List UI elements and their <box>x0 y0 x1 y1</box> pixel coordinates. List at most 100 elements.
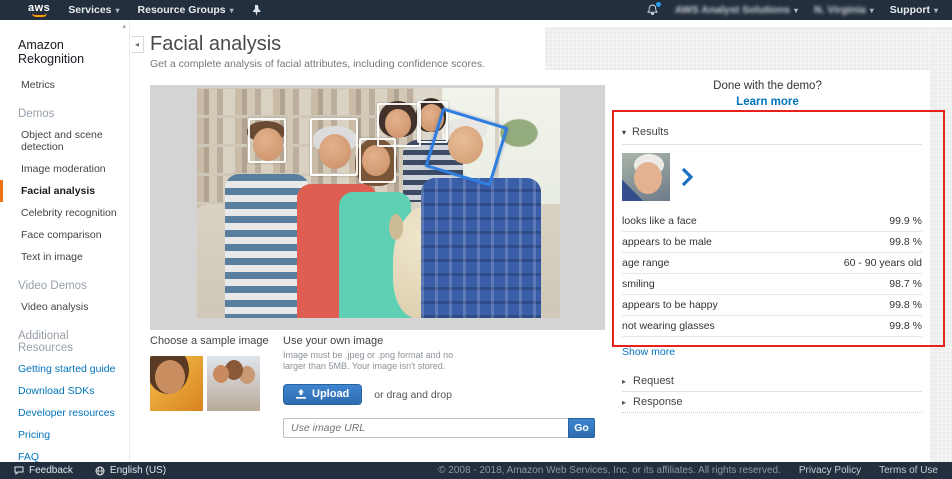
image-panel <box>150 85 605 330</box>
triangle-down-icon: ▾ <box>622 128 626 137</box>
attribute-value: 99.9 % <box>889 215 922 227</box>
response-accordion-header[interactable]: ▸ Response <box>622 392 922 413</box>
account-menu[interactable]: AWS Analyst Solutions ▾ <box>675 4 798 16</box>
own-image-note-line2: larger than 5MB. Your image isn't stored… <box>283 361 595 372</box>
sidebar-link-download-sdks[interactable]: Download SDKs <box>0 380 129 402</box>
resource-groups-label: Resource Groups <box>138 4 226 16</box>
sidebar-item-image-moderation[interactable]: Image moderation <box>0 158 129 180</box>
results-card: Done with the demo? Learn more ▾ Results… <box>605 70 930 455</box>
own-section-heading: Use your own image <box>283 335 595 347</box>
face-box[interactable] <box>248 118 286 163</box>
attribute-row: smiling 98.7 % <box>622 274 922 295</box>
done-with-demo-text: Done with the demo? <box>605 70 930 92</box>
attribute-value: 98.7 % <box>889 278 922 290</box>
sidebar-item-object-scene-detection[interactable]: Object and scene detection <box>0 124 129 158</box>
pin-shortcut-icon[interactable] <box>252 5 261 16</box>
sidebar-collapse-button[interactable]: ◂ <box>131 36 144 53</box>
sidebar-link-getting-started-guide[interactable]: Getting started guide <box>0 358 129 380</box>
feedback-button[interactable]: Feedback <box>14 465 73 476</box>
attribute-label: age range <box>622 257 669 269</box>
footer-bar: Feedback English (US) © 2008 - 2018, Ama… <box>0 462 952 479</box>
notifications-bell-icon[interactable] <box>647 4 659 16</box>
chevron-down-icon: ▾ <box>870 6 874 15</box>
page-title: Facial analysis <box>150 33 281 56</box>
attribute-value: 99.8 % <box>889 299 922 311</box>
sample-image-family[interactable] <box>207 356 260 411</box>
sidebar: ▴ Amazon Rekognition Metrics Demos Objec… <box>0 20 130 462</box>
copyright-text: © 2008 - 2018, Amazon Web Services, Inc.… <box>438 465 781 476</box>
sidebar-link-developer-resources[interactable]: Developer resources <box>0 402 129 424</box>
own-image-note: Image must be .jpeg or .png format and n… <box>283 350 595 372</box>
sidebar-title: Amazon Rekognition <box>0 34 129 74</box>
detected-face-thumbnail[interactable] <box>622 153 670 201</box>
globe-icon <box>95 466 105 476</box>
sidebar-header-demos: Demos <box>0 96 129 124</box>
privacy-policy-link[interactable]: Privacy Policy <box>799 465 861 476</box>
sidebar-header-additional-resources: Additional Resources <box>0 318 129 358</box>
attribute-label: appears to be male <box>622 236 712 248</box>
sidebar-link-pricing[interactable]: Pricing <box>0 424 129 446</box>
upload-button[interactable]: Upload <box>283 384 362 405</box>
response-header-label: Response <box>633 396 683 408</box>
services-menu[interactable]: Services ▾ <box>68 4 119 16</box>
services-label: Services <box>68 4 111 16</box>
attribute-label: looks like a face <box>622 215 697 227</box>
results-accordion-header[interactable]: ▾ Results <box>622 126 922 138</box>
sidebar-item-facial-analysis[interactable]: Facial analysis <box>0 180 129 202</box>
attribute-row: not wearing glasses 99.8 % <box>622 316 922 337</box>
chevron-down-icon: ▾ <box>794 6 798 15</box>
next-face-chevron-icon[interactable] <box>680 167 693 187</box>
resource-groups-menu[interactable]: Resource Groups ▾ <box>138 4 234 16</box>
triangle-right-icon: ▸ <box>622 398 626 407</box>
background-strip <box>930 27 952 462</box>
triangle-right-icon: ▸ <box>622 377 626 386</box>
results-header-label: Results <box>632 126 669 138</box>
chevron-down-icon: ▾ <box>934 6 938 15</box>
sidebar-item-face-comparison[interactable]: Face comparison <box>0 224 129 246</box>
notification-dot <box>656 2 661 7</box>
region-name: N. Virginia <box>814 4 866 16</box>
attribute-row: appears to be male 99.8 % <box>622 232 922 253</box>
face-box[interactable] <box>310 118 358 176</box>
chevron-down-icon: ▾ <box>230 6 234 15</box>
chevron-down-icon: ▾ <box>116 6 120 15</box>
aws-logo-text: aws <box>28 4 50 13</box>
support-menu[interactable]: Support ▾ <box>890 4 938 16</box>
attribute-row: looks like a face 99.9 % <box>622 211 922 232</box>
sidebar-item-video-analysis[interactable]: Video analysis <box>0 296 129 318</box>
upload-icon <box>296 389 306 399</box>
go-button[interactable]: Go <box>568 418 595 438</box>
learn-more-link[interactable]: Learn more <box>605 96 930 108</box>
attribute-label: appears to be happy <box>622 299 718 311</box>
sample-image-driver[interactable] <box>150 356 203 411</box>
sidebar-item-text-in-image[interactable]: Text in image <box>0 246 129 268</box>
photo-person-grandpa-torso <box>421 178 541 318</box>
sample-section-heading: Choose a sample image <box>150 335 275 347</box>
feedback-bubble-icon <box>14 466 24 475</box>
aws-logo[interactable]: aws <box>28 4 50 17</box>
show-more-link[interactable]: Show more <box>622 346 922 358</box>
language-selector[interactable]: English (US) <box>95 465 166 476</box>
drag-drop-label: or drag and drop <box>374 389 452 401</box>
top-navigation-bar: aws Services ▾ Resource Groups ▾ AWS Ana… <box>0 0 952 20</box>
feedback-label: Feedback <box>29 465 73 476</box>
image-url-input[interactable] <box>283 418 568 438</box>
support-label: Support <box>890 4 930 16</box>
analyzed-photo <box>197 88 560 318</box>
sidebar-header-video-demos: Video Demos <box>0 268 129 296</box>
aws-smile-icon <box>32 13 47 17</box>
attribute-row: appears to be happy 99.8 % <box>622 295 922 316</box>
sidebar-item-celebrity-recognition[interactable]: Celebrity recognition <box>0 202 129 224</box>
request-accordion-header[interactable]: ▸ Request <box>622 371 922 392</box>
background-band <box>545 27 952 70</box>
sidebar-item-metrics[interactable]: Metrics <box>0 74 129 96</box>
attribute-label: smiling <box>622 278 655 290</box>
terms-of-use-link[interactable]: Terms of Use <box>879 465 938 476</box>
upload-button-label: Upload <box>312 388 349 400</box>
scrollbar-up-icon[interactable]: ▴ <box>122 22 126 30</box>
own-image-section: Use your own image Image must be .jpeg o… <box>283 335 595 438</box>
region-menu[interactable]: N. Virginia ▾ <box>814 4 874 16</box>
face-box[interactable] <box>359 138 396 183</box>
attribute-value: 99.8 % <box>889 320 922 332</box>
request-header-label: Request <box>633 375 674 387</box>
